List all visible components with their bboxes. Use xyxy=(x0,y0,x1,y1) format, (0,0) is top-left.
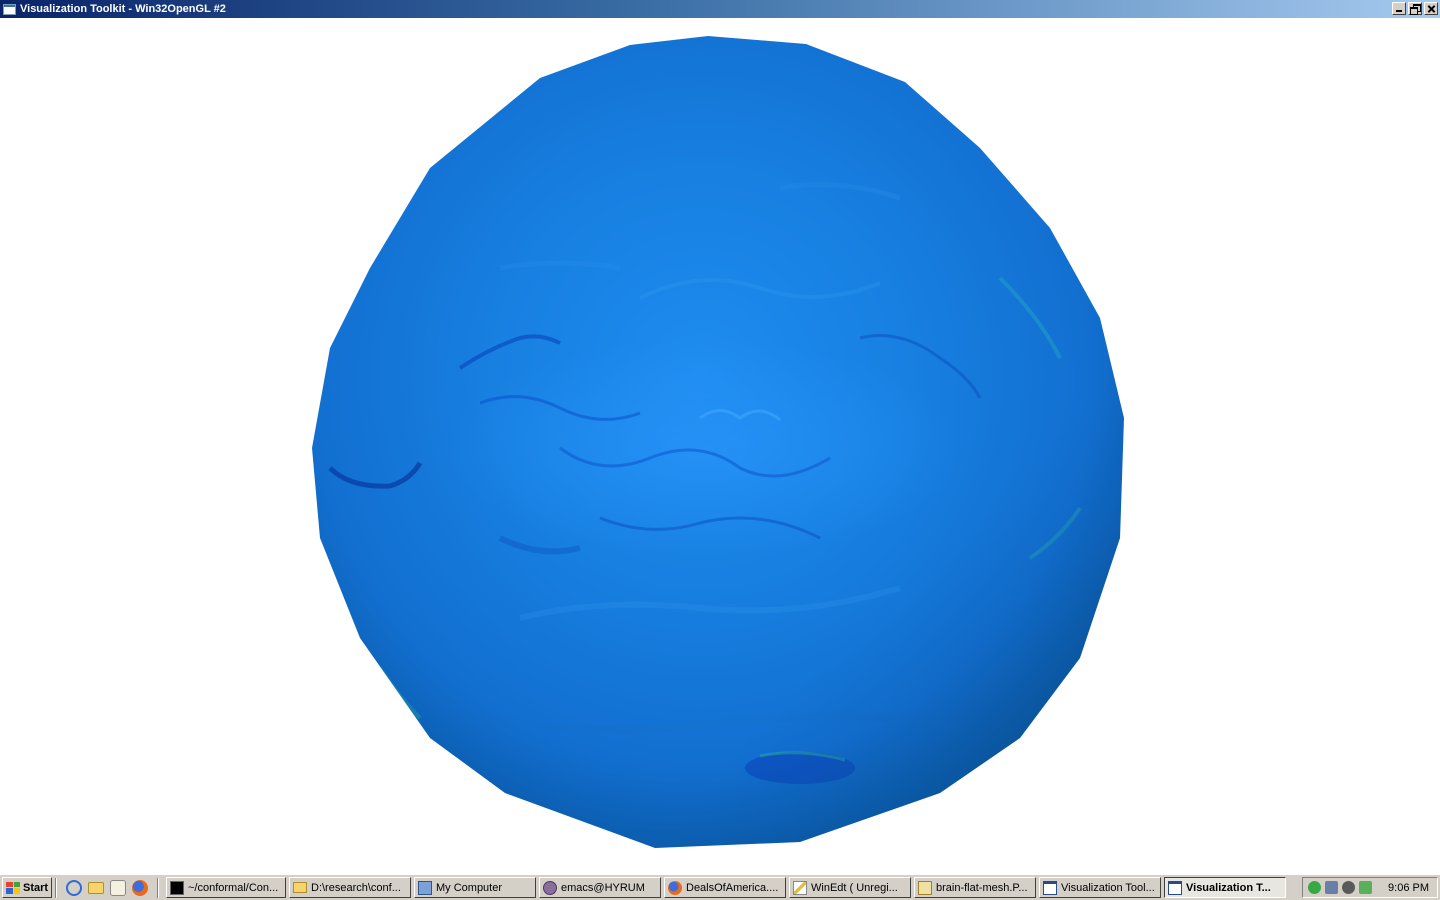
app-window-icon[interactable] xyxy=(3,3,16,15)
notepad-icon[interactable] xyxy=(110,879,126,896)
vtk-window-icon xyxy=(1168,880,1182,895)
window-title-bar[interactable]: Visualization Toolkit - Win32OpenGL #2 xyxy=(0,0,1440,18)
taskbar: Start ~/conformal/Con... D:\research\con… xyxy=(0,874,1440,900)
taskbar-button[interactable]: WinEdt ( Unregi... xyxy=(789,877,911,898)
windows-logo-icon xyxy=(6,881,20,894)
taskbar-button-label: DealsOfAmerica.... xyxy=(686,881,779,894)
folder-icon[interactable] xyxy=(88,881,104,894)
start-label: Start xyxy=(23,881,49,894)
taskbar-button[interactable]: emacs@HYRUM xyxy=(539,877,661,898)
taskbar-button[interactable]: My Computer xyxy=(414,877,536,898)
taskbar-button[interactable]: D:\research\conf... xyxy=(289,877,411,898)
network-icon[interactable] xyxy=(1325,881,1338,894)
terminal-icon xyxy=(170,880,184,895)
taskbar-button[interactable]: DealsOfAmerica.... xyxy=(664,877,786,898)
quick-launch xyxy=(60,879,154,896)
taskbar-button-label: Visualization Tool... xyxy=(1061,881,1155,894)
close-button[interactable] xyxy=(1424,2,1438,15)
firefox-icon[interactable] xyxy=(132,879,148,896)
taskbar-button-label: D:\research\conf... xyxy=(311,881,401,894)
restore-button[interactable] xyxy=(1408,2,1422,15)
taskbar-button-label: emacs@HYRUM xyxy=(561,881,645,894)
start-button[interactable]: Start xyxy=(2,877,52,898)
document-icon xyxy=(918,880,932,895)
render-viewport[interactable] xyxy=(0,18,1440,870)
vtk-window-icon xyxy=(1043,880,1057,895)
window-controls xyxy=(1392,2,1438,15)
system-tray: 9:06 PM xyxy=(1302,877,1438,898)
taskbar-button-active[interactable]: Visualization T... xyxy=(1164,877,1286,898)
rendered-sphere-canvas[interactable] xyxy=(0,18,1440,870)
taskbar-button-label: ~/conformal/Con... xyxy=(188,881,279,894)
taskbar-button[interactable]: brain-flat-mesh.P... xyxy=(914,877,1036,898)
ie-icon[interactable] xyxy=(66,879,82,896)
emacs-icon xyxy=(543,880,557,895)
taskbar-buttons: ~/conformal/Con... D:\research\conf... M… xyxy=(166,877,1286,898)
taskbar-button-label: brain-flat-mesh.P... xyxy=(936,881,1028,894)
taskbar-button-label: WinEdt ( Unregi... xyxy=(811,881,898,894)
sphere-rim-shadow xyxy=(312,36,1124,848)
taskbar-button[interactable]: Visualization Tool... xyxy=(1039,877,1161,898)
pen-icon xyxy=(793,880,807,895)
taskbar-separator xyxy=(157,877,159,898)
clock[interactable]: 9:06 PM xyxy=(1388,882,1429,894)
minimize-button[interactable] xyxy=(1392,2,1406,15)
taskbar-button-label: Visualization T... xyxy=(1186,881,1271,894)
computer-icon xyxy=(418,880,432,895)
volume-icon[interactable] xyxy=(1342,881,1355,894)
taskbar-button[interactable]: ~/conformal/Con... xyxy=(166,877,286,898)
folder-icon xyxy=(293,882,307,893)
window-title: Visualization Toolkit - Win32OpenGL #2 xyxy=(20,3,226,15)
taskbar-button-label: My Computer xyxy=(436,881,503,894)
firefox-icon xyxy=(668,880,682,895)
tray-status-icon[interactable] xyxy=(1308,881,1321,894)
taskbar-separator xyxy=(55,877,57,898)
tray-app-icon[interactable] xyxy=(1359,881,1372,894)
